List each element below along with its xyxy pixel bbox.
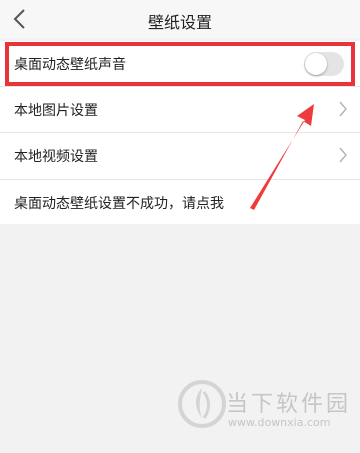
setting-label: 桌面动态壁纸声音 [14,57,126,73]
wallpaper-sound-toggle[interactable] [304,52,344,76]
setting-wallpaper-sound[interactable]: 桌面动态壁纸声音 [0,41,360,87]
setting-local-image[interactable]: 本地图片设置 [0,87,360,133]
setting-help-failed[interactable]: 桌面动态壁纸设置不成功，请点我 [0,180,360,224]
setting-label: 桌面动态壁纸设置不成功，请点我 [14,196,224,212]
settings-list: 桌面动态壁纸声音 本地图片设置 本地视频设置 桌面动态壁纸设置不成功，请点我 [0,41,360,224]
setting-label: 本地图片设置 [14,103,98,119]
chevron-right-icon [339,147,347,163]
watermark-logo-icon [178,380,226,428]
setting-local-video[interactable]: 本地视频设置 [0,133,360,180]
watermark-name: 当下软件园 [226,392,352,417]
toggle-knob [305,53,327,75]
setting-label: 本地视频设置 [14,149,98,165]
watermark: 当下软件园 www.downxia.com [176,378,356,438]
top-bar: 壁纸设置 [0,0,360,38]
chevron-right-icon [339,101,347,117]
watermark-url: www.downxia.com [228,416,331,429]
page-title: 壁纸设置 [147,13,212,32]
